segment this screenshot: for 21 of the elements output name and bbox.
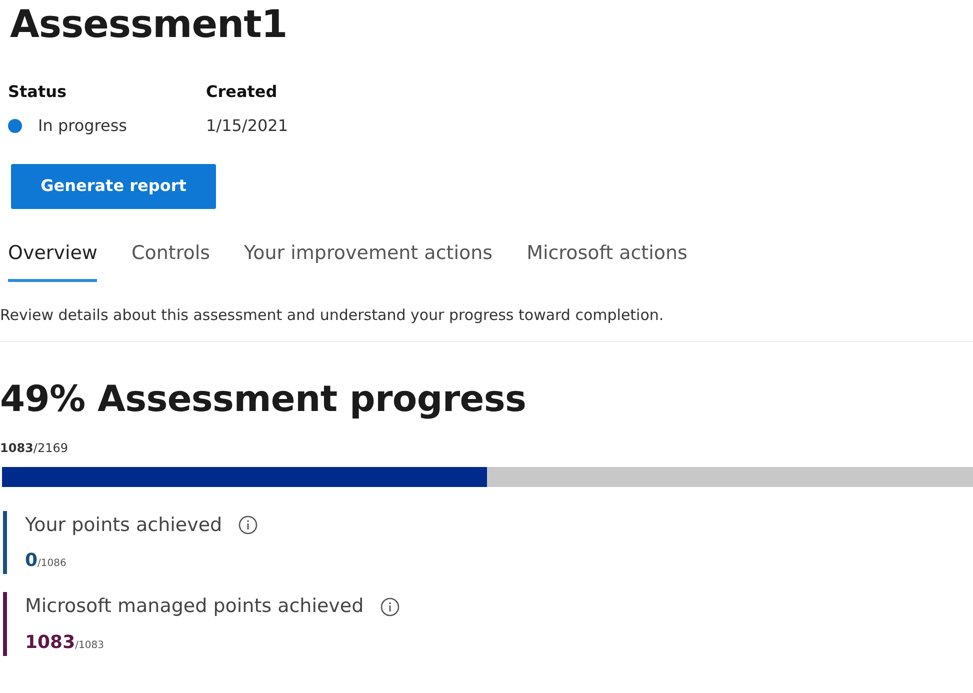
- tab[interactable]: Your improvement actions: [244, 238, 493, 282]
- detail-value: 1/15/2021: [206, 114, 288, 137]
- progress-heading: 49% Assessment progress: [0, 378, 528, 421]
- points-value: 0: [25, 549, 38, 574]
- detail-label: Status: [8, 80, 68, 103]
- description-text: Review details about this assessment and understand your progress toward completion.: [0, 304, 973, 342]
- page-title: Assessment1: [9, 4, 288, 46]
- info-icon[interactable]: [238, 515, 258, 536]
- points-total: /1083: [75, 638, 104, 653]
- points-label: Microsoft managed points achieved: [25, 594, 364, 620]
- info-icon[interactable]: [380, 596, 400, 617]
- points-value: 1083: [25, 630, 76, 655]
- tab[interactable]: Overview: [8, 238, 98, 282]
- detail-value: In progress: [38, 114, 128, 137]
- tab[interactable]: Microsoft actions: [526, 238, 688, 282]
- tab[interactable]: Controls: [131, 238, 210, 282]
- progress-reading: 1083/2169: [0, 440, 69, 457]
- points-label: Your points achieved: [25, 512, 222, 538]
- generate-report-button[interactable]: Generate report: [11, 164, 216, 209]
- detail-label: Created: [206, 80, 278, 103]
- points-total: /1086: [38, 557, 66, 572]
